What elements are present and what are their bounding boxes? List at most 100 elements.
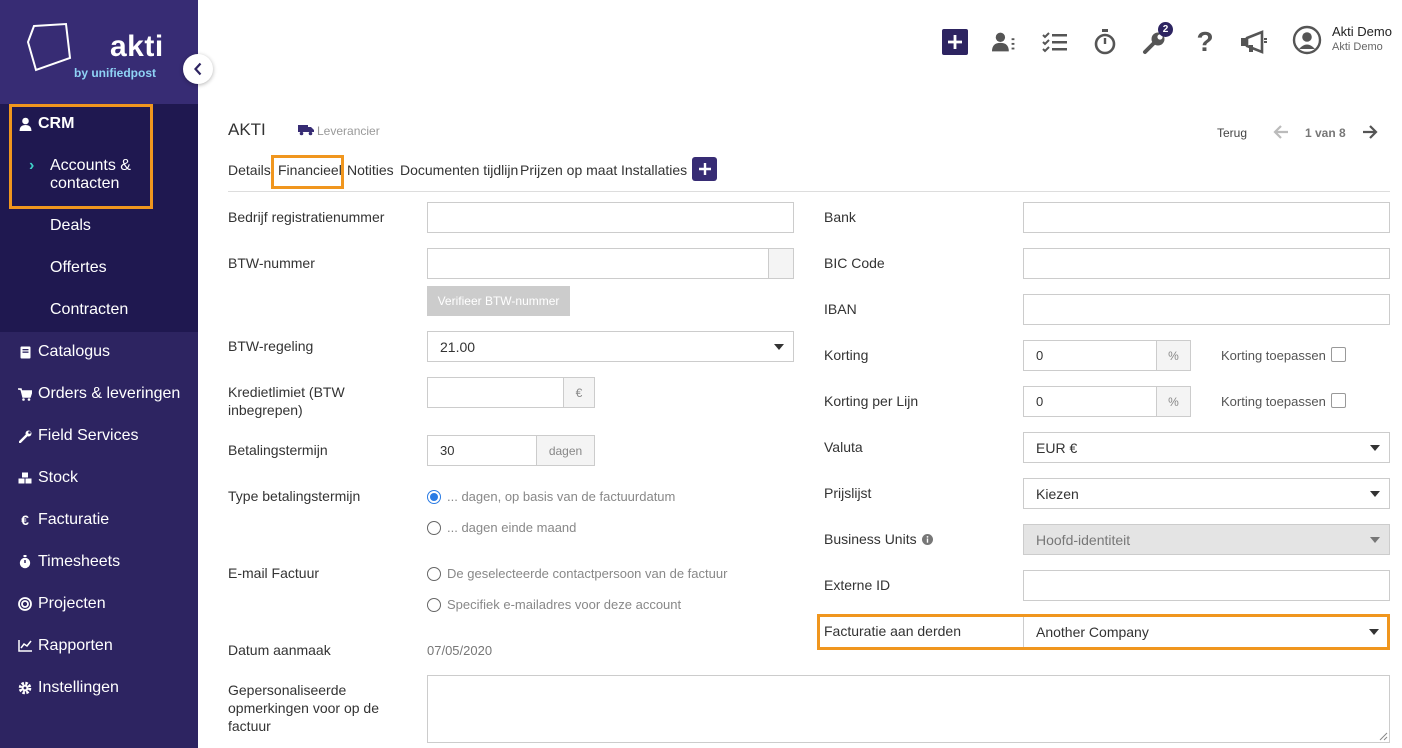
reg-number-input[interactable] xyxy=(427,202,794,233)
reg-number-label: Bedrijf registratienummer xyxy=(228,209,385,225)
sidebar-item-facturatie[interactable]: € Facturatie xyxy=(0,499,198,541)
sidebar-item-contracten[interactable]: Contracten xyxy=(0,301,198,319)
sidebar-item-orders[interactable]: Orders & leveringen xyxy=(0,373,198,415)
chevron-left-icon xyxy=(194,62,202,76)
arrow-left-icon[interactable] xyxy=(1273,124,1289,140)
iban-label: IBAN xyxy=(824,301,857,317)
sidebar-item-catalogus[interactable]: Catalogus xyxy=(0,331,198,373)
checklist-icon xyxy=(1042,32,1067,53)
sidebar-item-projecten[interactable]: Projecten xyxy=(0,583,198,625)
sidebar-item-instellingen[interactable]: Instellingen xyxy=(0,667,198,709)
tasks-button[interactable] xyxy=(1041,28,1069,56)
highlight-box-third-party xyxy=(817,614,1390,650)
arrow-right-icon[interactable] xyxy=(1362,124,1378,140)
account-type-badge: Leverancier xyxy=(317,124,380,138)
invoice-email-radio-contact[interactable] xyxy=(427,567,441,581)
tab-documenten-tijdlijn[interactable]: Documenten tijdlijn xyxy=(400,162,518,178)
notification-badge: 2 xyxy=(1158,22,1173,37)
payment-term-label: Betalingstermijn xyxy=(228,442,328,458)
created-date-label: Datum aanmaak xyxy=(228,642,331,658)
sidebar-item-field-services[interactable]: Field Services xyxy=(0,415,198,457)
avatar[interactable] xyxy=(1292,25,1322,55)
line-discount-apply-label: Korting toepassen xyxy=(1221,394,1326,409)
tools-button[interactable]: 2 xyxy=(1141,22,1173,56)
announcements-button[interactable] xyxy=(1240,28,1268,56)
remarks-textarea[interactable] xyxy=(427,675,1390,743)
sidebar-item-timesheets[interactable]: Timesheets xyxy=(0,541,198,583)
back-link[interactable]: Terug xyxy=(1217,126,1247,140)
resize-handle-icon[interactable] xyxy=(1379,732,1388,741)
pricelist-select[interactable]: Kiezen xyxy=(1023,478,1390,509)
cart-icon xyxy=(18,387,32,401)
user-name[interactable]: Akti Demo xyxy=(1332,24,1392,39)
payment-term-input[interactable]: 30 xyxy=(427,435,537,466)
bic-input[interactable] xyxy=(1023,248,1390,279)
quick-add-button[interactable] xyxy=(941,28,969,56)
sidebar-item-label: Instellingen xyxy=(38,679,119,696)
sidebar-item-rapporten[interactable]: Rapporten xyxy=(0,625,198,667)
sidebar-item-label: Offertes xyxy=(50,259,107,276)
sidebar-item-deals[interactable]: Deals xyxy=(0,217,198,235)
verify-vat-button[interactable]: Verifieer BTW-nummer xyxy=(427,286,570,316)
sidebar-item-label: Catalogus xyxy=(38,343,111,360)
brand-area: akti by unifiedpost xyxy=(0,0,198,104)
tab-details[interactable]: Details xyxy=(228,162,271,178)
tab-notities[interactable]: Notities xyxy=(347,162,394,178)
caret-down-icon xyxy=(1370,445,1380,451)
tab-installaties[interactable]: Installaties xyxy=(621,162,687,178)
tab-prijzen-op-maat[interactable]: Prijzen op maat xyxy=(520,162,617,178)
invoice-email-option-label: De geselecteerde contactpersoon van de f… xyxy=(447,566,728,581)
plus-icon xyxy=(942,29,968,55)
sidebar-item-label: Deals xyxy=(50,217,91,234)
akti-logo-icon xyxy=(26,22,72,72)
select-value: Hoofd-identiteit xyxy=(1036,531,1131,548)
book-icon xyxy=(18,345,32,359)
vat-number-addon[interactable] xyxy=(768,248,794,279)
add-tab-button[interactable] xyxy=(692,157,717,181)
bank-input[interactable] xyxy=(1023,202,1390,233)
vat-regime-select[interactable]: 21.00 xyxy=(427,331,794,362)
sidebar: akti by unifiedpost CRM › Accounts & con… xyxy=(0,0,198,748)
user-company: Akti Demo xyxy=(1332,41,1383,53)
pricelist-label: Prijslijst xyxy=(824,485,872,501)
invoice-email-radio-specific[interactable] xyxy=(427,598,441,612)
external-id-input[interactable] xyxy=(1023,570,1390,601)
term-type-option-label: ... dagen, op basis van de factuurdatum xyxy=(447,489,676,504)
stopwatch-icon xyxy=(18,555,32,569)
payment-term-unit: dagen xyxy=(536,435,595,466)
discount-apply-checkbox[interactable] xyxy=(1331,347,1346,362)
chart-icon xyxy=(18,639,32,653)
sidebar-item-offertes[interactable]: Offertes xyxy=(0,259,198,277)
line-discount-label: Korting per Lijn xyxy=(824,393,919,409)
vat-number-label: BTW-nummer xyxy=(228,255,315,271)
credit-limit-input[interactable] xyxy=(427,377,564,408)
discount-input[interactable]: 0 xyxy=(1023,340,1157,371)
sidebar-item-label: Projecten xyxy=(38,595,106,612)
term-type-radio-end-of-month[interactable] xyxy=(427,521,441,535)
invoice-email-label: E-mail Factuur xyxy=(228,565,320,581)
line-discount-input[interactable]: 0 xyxy=(1023,386,1157,417)
page-title: AKTI xyxy=(228,120,266,139)
tab-divider xyxy=(228,191,1390,192)
caret-down-icon xyxy=(1370,537,1380,543)
help-button[interactable]: ? xyxy=(1191,26,1219,57)
sidebar-collapse-button[interactable] xyxy=(183,54,213,84)
timer-button[interactable] xyxy=(1091,28,1119,56)
sidebar-item-label: Timesheets xyxy=(38,553,121,570)
caret-down-icon xyxy=(1370,491,1380,497)
info-icon[interactable] xyxy=(922,534,934,545)
sidebar-item-stock[interactable]: Stock xyxy=(0,457,198,499)
currency-select[interactable]: EUR € xyxy=(1023,432,1390,463)
term-type-radio-invoice-date[interactable] xyxy=(427,490,441,504)
contacts-list-button[interactable] xyxy=(992,28,1020,56)
vat-number-input[interactable] xyxy=(427,248,769,279)
stopwatch-icon xyxy=(1094,29,1116,55)
term-type-label: Type betalingstermijn xyxy=(228,488,361,504)
sidebar-item-label: Facturatie xyxy=(38,511,110,528)
iban-input[interactable] xyxy=(1023,294,1390,325)
vat-regime-label: BTW-regeling xyxy=(228,338,314,354)
line-discount-apply-checkbox[interactable] xyxy=(1331,393,1346,408)
record-pager: 1 van 8 xyxy=(1305,126,1346,140)
business-units-label: Business Units xyxy=(824,530,934,548)
question-icon: ? xyxy=(1196,26,1214,57)
